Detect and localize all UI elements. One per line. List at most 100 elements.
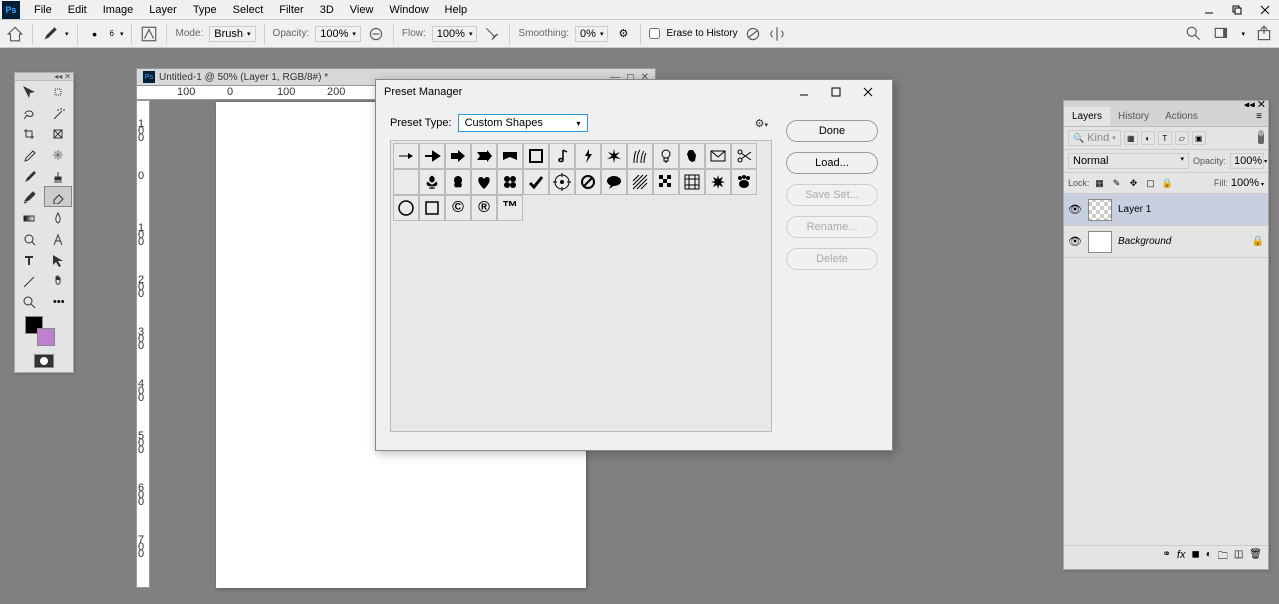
lasso-tool[interactable] <box>15 102 43 123</box>
lock-all-icon[interactable]: 🔒 <box>1161 176 1175 190</box>
shape-nosign[interactable] <box>575 169 601 195</box>
fx-icon[interactable]: fx <box>1177 549 1186 566</box>
brush-tool[interactable] <box>15 165 43 186</box>
opacity-input[interactable]: 100%▾ <box>315 26 361 42</box>
path-tool[interactable] <box>44 249 72 270</box>
tab-history[interactable]: History <box>1110 107 1157 126</box>
visibility-icon[interactable]: 👁 <box>1068 203 1082 216</box>
layer-name[interactable]: Background <box>1118 236 1246 247</box>
save-set-button[interactable]: Save Set... <box>786 184 878 206</box>
shape-checker[interactable] <box>653 169 679 195</box>
lock-artboard-icon[interactable]: ▢ <box>1144 176 1158 190</box>
shape-banner[interactable] <box>497 143 523 169</box>
shape-bolt[interactable] <box>575 143 601 169</box>
new-layer-icon[interactable]: ◫ <box>1234 549 1243 566</box>
delete-layer-icon[interactable]: 🗑 <box>1249 549 1262 566</box>
tab-layers[interactable]: Layers <box>1064 107 1110 126</box>
layer-name[interactable]: Layer 1 <box>1118 204 1264 215</box>
panel-menu-icon[interactable]: ≡ <box>1250 107 1268 126</box>
type-tool[interactable] <box>15 249 43 270</box>
angle-icon[interactable] <box>744 25 762 43</box>
menu-window[interactable]: Window <box>381 2 436 18</box>
symmetry-icon[interactable] <box>768 25 786 43</box>
menu-layer[interactable]: Layer <box>141 2 185 18</box>
shape-frame[interactable] <box>523 143 549 169</box>
layer-thumbnail[interactable] <box>1088 231 1112 253</box>
brush-tool-icon[interactable] <box>41 25 59 43</box>
maximize-button[interactable] <box>1223 0 1251 20</box>
quickmask-button[interactable] <box>34 354 54 368</box>
shape-arrow-ribbon[interactable] <box>471 143 497 169</box>
eraser-tool[interactable] <box>44 186 72 207</box>
pen-tool[interactable] <box>44 228 72 249</box>
dialog-maximize-button[interactable] <box>820 80 852 104</box>
lock-position-icon[interactable]: ✥ <box>1127 176 1141 190</box>
menu-view[interactable]: View <box>342 2 382 18</box>
link-layers-icon[interactable]: ⚭ <box>1163 549 1171 566</box>
preset-gear-icon[interactable]: ⚙▾ <box>755 117 768 130</box>
filter-smart-icon[interactable]: ▣ <box>1192 131 1206 145</box>
menu-edit[interactable]: Edit <box>60 2 95 18</box>
shape-starburst[interactable] <box>601 143 627 169</box>
lock-transparency-icon[interactable]: ▦ <box>1093 176 1107 190</box>
shape-speech[interactable] <box>601 169 627 195</box>
more-tool[interactable]: ••• <box>44 291 72 312</box>
shape-paw[interactable] <box>731 169 757 195</box>
shape-fleur[interactable] <box>419 169 445 195</box>
menu-filter[interactable]: Filter <box>271 2 311 18</box>
shape-arrow-block[interactable] <box>445 143 471 169</box>
move-tool[interactable] <box>15 81 43 102</box>
blur-tool[interactable] <box>44 207 72 228</box>
brush-preset-icon[interactable]: • <box>86 25 104 43</box>
shape-foot[interactable] <box>679 143 705 169</box>
wand-tool[interactable] <box>44 102 72 123</box>
done-button[interactable]: Done <box>786 120 878 142</box>
menu-select[interactable]: Select <box>225 2 272 18</box>
shape-ornament[interactable] <box>445 169 471 195</box>
shape-clover[interactable] <box>497 169 523 195</box>
mask-icon[interactable]: ◼ <box>1191 549 1199 566</box>
artboard-tool[interactable] <box>44 81 72 102</box>
shape-note[interactable] <box>549 143 575 169</box>
shape-blank1[interactable] <box>393 169 419 195</box>
gradient-tool[interactable] <box>15 207 43 228</box>
filter-toggle[interactable] <box>1258 132 1264 144</box>
rename-button[interactable]: Rename... <box>786 216 878 238</box>
shape-hatch[interactable] <box>627 169 653 195</box>
dialog-minimize-button[interactable] <box>788 80 820 104</box>
layer-row[interactable]: 👁 Layer 1 <box>1064 194 1268 226</box>
filter-type-icon[interactable]: T <box>1158 131 1172 145</box>
menu-type[interactable]: Type <box>185 2 225 18</box>
hand-tool[interactable] <box>44 270 72 291</box>
erase-history-checkbox[interactable] <box>649 28 660 39</box>
smoothing-gear-icon[interactable]: ⚙ <box>614 25 632 43</box>
shape-burst[interactable] <box>705 169 731 195</box>
stamp-tool[interactable] <box>44 165 72 186</box>
menu-help[interactable]: Help <box>437 2 476 18</box>
shape-bulb[interactable] <box>653 143 679 169</box>
shape-trademark[interactable]: ™ <box>497 195 523 221</box>
home-icon[interactable] <box>6 25 24 43</box>
shape-copyright[interactable]: © <box>445 195 471 221</box>
shape-arrow-bold[interactable] <box>419 143 445 169</box>
minimize-button[interactable] <box>1195 0 1223 20</box>
zoom-tool[interactable] <box>15 291 43 312</box>
shape-envelope[interactable] <box>705 143 731 169</box>
rotate-tool[interactable] <box>15 270 43 291</box>
layer-row[interactable]: 👁Background🔒 <box>1064 226 1268 258</box>
blend-mode-select[interactable]: Normal▾ <box>1068 153 1189 169</box>
shape-arrow-thin[interactable] <box>393 143 419 169</box>
delete-button[interactable]: Delete <box>786 248 878 270</box>
layer-thumbnail[interactable] <box>1088 199 1112 221</box>
search-icon[interactable] <box>1185 25 1203 43</box>
dialog-close-button[interactable] <box>852 80 884 104</box>
eyedrop-tool[interactable] <box>15 144 43 165</box>
shape-target[interactable] <box>549 169 575 195</box>
history-tool[interactable] <box>15 186 43 207</box>
shape-scissors[interactable] <box>731 143 757 169</box>
preset-type-select[interactable]: Custom Shapes▾ <box>458 114 588 132</box>
layer-opacity-input[interactable]: 100%▾ <box>1230 153 1264 169</box>
filter-shape-icon[interactable]: ▱ <box>1175 131 1189 145</box>
shape-grid[interactable] <box>679 169 705 195</box>
close-button[interactable] <box>1251 0 1279 20</box>
